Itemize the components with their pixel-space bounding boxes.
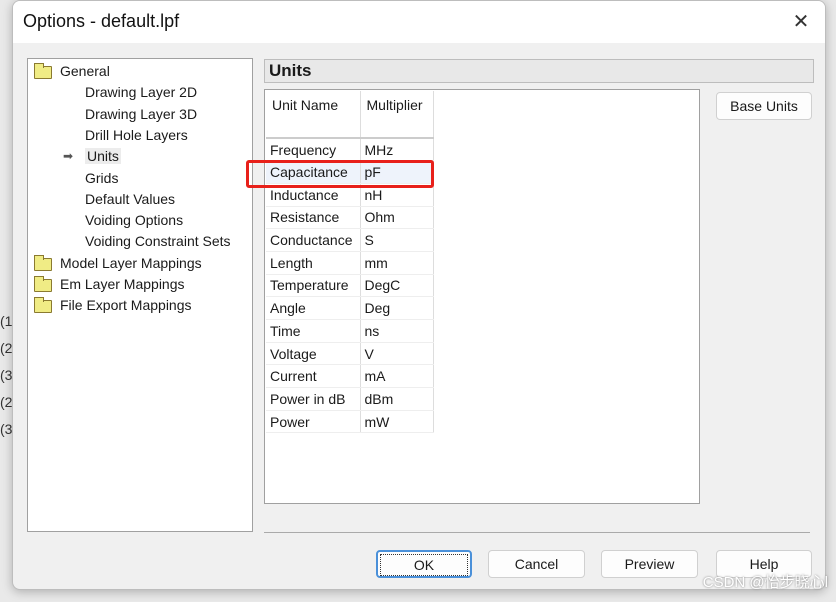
tree-item-label: Drill Hole Layers bbox=[85, 126, 188, 143]
ok-button[interactable]: OK bbox=[376, 550, 472, 578]
unit-name-cell[interactable]: Frequency bbox=[266, 138, 361, 162]
tree-item[interactable]: File Export Mappings bbox=[34, 295, 192, 315]
table-row[interactable]: Conductance S bbox=[266, 228, 434, 252]
tree-item-label: Units bbox=[85, 148, 121, 165]
tree-item-label: Voiding Options bbox=[85, 212, 184, 229]
window-title: Options - default.lpf bbox=[23, 11, 180, 31]
background-text: (3 bbox=[0, 421, 13, 437]
options-tree: General Drawing Layer 2D Drawing Layer 3D D… bbox=[27, 58, 253, 532]
unit-name-cell[interactable]: Length bbox=[266, 251, 361, 275]
unit-name-cell[interactable]: Power in dB bbox=[266, 387, 361, 411]
background-text: (3 bbox=[0, 367, 13, 383]
close-icon[interactable]: ✕ bbox=[789, 9, 813, 34]
cancel-button[interactable]: Cancel bbox=[488, 550, 585, 578]
unit-name-cell[interactable]: Resistance bbox=[266, 206, 361, 230]
tree-item-label: Em Layer Mappings bbox=[60, 276, 185, 292]
unit-name-cell[interactable]: Time bbox=[266, 319, 361, 343]
tree-item-label: Voiding Constraint Sets bbox=[85, 233, 231, 250]
tree-item[interactable]: Default Values bbox=[85, 189, 175, 209]
table-row[interactable]: Current mA bbox=[266, 364, 434, 389]
tree-item-label: Grids bbox=[85, 169, 119, 186]
unit-name-cell[interactable]: Voltage bbox=[266, 342, 361, 366]
table-row[interactable]: Power mW bbox=[266, 410, 434, 434]
tree-item[interactable]: Voiding Options bbox=[85, 210, 183, 230]
multiplier-cell[interactable]: mW bbox=[360, 410, 434, 434]
unit-name-cell[interactable]: Angle bbox=[266, 296, 361, 320]
tree-item[interactable]: Voiding Constraint Sets bbox=[85, 231, 231, 251]
table-row[interactable]: Voltage V bbox=[266, 342, 434, 366]
table-row[interactable]: Time ns bbox=[266, 319, 434, 343]
base-units-button[interactable]: Base Units bbox=[716, 92, 812, 120]
tree-item[interactable]: ➡ Units bbox=[63, 146, 121, 166]
tree-item[interactable]: Drawing Layer 2D bbox=[85, 82, 197, 102]
tree-item[interactable]: Drill Hole Layers bbox=[85, 125, 188, 145]
unit-name-cell[interactable]: Current bbox=[266, 364, 361, 389]
unit-name-cell[interactable]: Conductance bbox=[266, 228, 361, 252]
tree-item[interactable]: Model Layer Mappings bbox=[34, 253, 202, 273]
highlight-box bbox=[246, 160, 434, 188]
tree-item[interactable]: Drawing Layer 3D bbox=[85, 104, 197, 124]
table-row[interactable]: Resistance Ohm bbox=[266, 206, 434, 230]
table-row[interactable]: Frequency MHz bbox=[266, 138, 434, 162]
multiplier-cell[interactable]: MHz bbox=[360, 138, 434, 162]
multiplier-cell[interactable]: S bbox=[360, 228, 434, 252]
divider bbox=[264, 532, 810, 533]
table-row[interactable]: Angle Deg bbox=[266, 296, 434, 320]
tree-item-label: Model Layer Mappings bbox=[60, 254, 202, 271]
table-row[interactable]: Temperature DegC bbox=[266, 274, 434, 298]
preview-button[interactable]: Preview bbox=[601, 550, 698, 578]
folder-icon bbox=[34, 254, 52, 271]
multiplier-cell[interactable]: Ohm bbox=[360, 206, 434, 230]
multiplier-cell[interactable]: DegC bbox=[360, 274, 434, 298]
tree-item-label: Drawing Layer 3D bbox=[85, 105, 198, 122]
tree-item[interactable]: Em Layer Mappings bbox=[34, 274, 185, 294]
multiplier-cell[interactable]: V bbox=[360, 342, 434, 366]
unit-name-cell[interactable]: Power bbox=[266, 410, 361, 434]
ok-label: OK bbox=[380, 554, 468, 576]
tree-item-label: Drawing Layer 2D bbox=[85, 84, 198, 101]
multiplier-cell[interactable]: dBm bbox=[360, 387, 434, 411]
tree-item[interactable]: Grids bbox=[85, 168, 118, 188]
tree-item-label: File Export Mappings bbox=[60, 297, 192, 314]
column-header-unit-name[interactable]: Unit Name bbox=[266, 91, 361, 139]
multiplier-cell[interactable]: Deg bbox=[360, 296, 434, 320]
multiplier-cell[interactable]: mm bbox=[360, 251, 434, 275]
watermark: CSDN @怡步晓心l bbox=[702, 574, 828, 591]
multiplier-cell[interactable]: ns bbox=[360, 319, 434, 343]
multiplier-cell[interactable]: mA bbox=[360, 364, 434, 389]
folder-icon bbox=[34, 63, 52, 79]
tree-item-label: General bbox=[60, 63, 110, 79]
background-text: (2 bbox=[0, 394, 13, 410]
table-row[interactable]: Length mm bbox=[266, 251, 434, 275]
panel-title: Units bbox=[264, 59, 814, 83]
background-text: (1 bbox=[0, 313, 13, 329]
column-header-multiplier[interactable]: Multiplier bbox=[360, 91, 434, 139]
tree-item[interactable]: General bbox=[34, 61, 110, 81]
units-table: Unit Name Multiplier Frequency MHz Capacit… bbox=[264, 89, 700, 504]
folder-icon bbox=[34, 276, 52, 292]
folder-icon bbox=[34, 297, 52, 314]
table-row[interactable]: Power in dB dBm bbox=[266, 387, 434, 411]
background-text: (2 bbox=[0, 340, 13, 356]
unit-name-cell[interactable]: Temperature bbox=[266, 274, 361, 298]
arrow-right-icon: ➡ bbox=[63, 149, 74, 164]
tree-item-label: Default Values bbox=[85, 190, 176, 207]
options-dialog: Options - default.lpf ✕ General Drawing L… bbox=[12, 0, 826, 590]
title-bar: Options - default.lpf ✕ bbox=[13, 1, 825, 43]
